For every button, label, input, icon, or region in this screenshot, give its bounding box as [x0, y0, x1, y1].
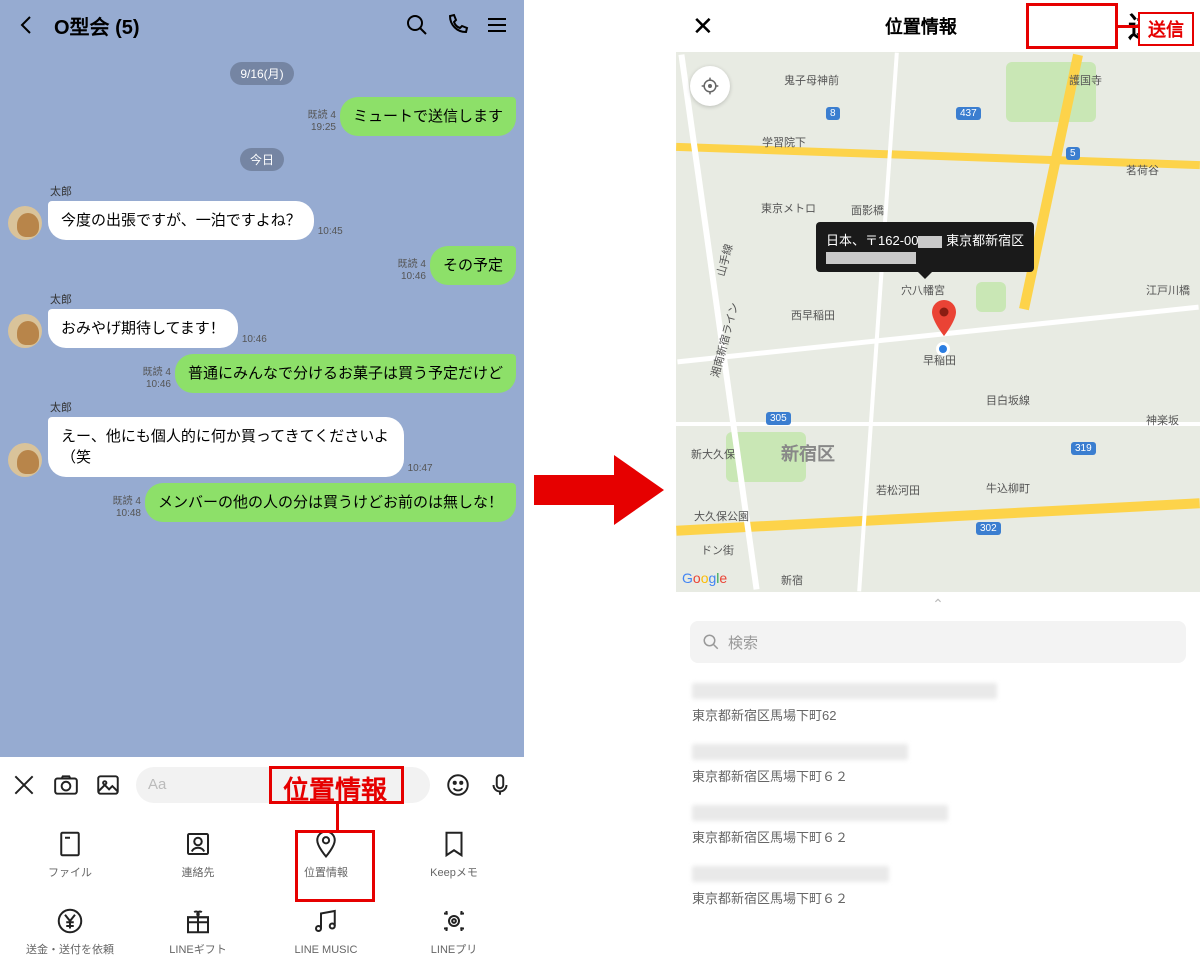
avatar[interactable] — [8, 314, 42, 348]
attach-keep[interactable]: Keepメモ — [390, 827, 518, 880]
message-mine: 既読 410:48 メンバーの他の人の分は買うけどお前のは無しな！ — [8, 483, 516, 522]
attach-money[interactable]: 送金・送付を依頼 — [6, 904, 134, 957]
sender-name: 太郎 — [50, 399, 404, 415]
arrow-icon — [534, 450, 664, 530]
attach-contact[interactable]: 連絡先 — [134, 827, 262, 880]
map-tooltip: 日本、〒162-00 東京都新宿区 — [816, 222, 1034, 272]
mic-icon[interactable] — [486, 771, 514, 799]
input-bar: Aa — [0, 757, 524, 813]
gallery-icon[interactable] — [94, 771, 122, 799]
message-other: 太郎 えー、他にも個人的に何か買ってきてくださいよ（笑 10:47 — [8, 399, 516, 477]
date-badge: 9/16(月) — [230, 62, 293, 85]
avatar[interactable] — [8, 443, 42, 477]
map-layer: 鬼子母神前 護国寺 学習院下 茗荷谷 東京メトロ 面影橋 西早稲田 穴八幡宮 早… — [676, 52, 1200, 592]
attach-location[interactable]: 位置情報 — [262, 827, 390, 880]
location-search[interactable]: 検索 — [690, 621, 1186, 663]
attach-gift[interactable]: LINEギフト — [134, 904, 262, 957]
location-icon — [309, 827, 343, 861]
file-icon — [53, 827, 87, 861]
chat-screen: O型会 (5) 9/16(月) 既読 419:25 ミュートで送信します 今日 … — [0, 0, 524, 975]
location-screen: ✕ 位置情報 送信 鬼子母神前 護国寺 学習院下 茗荷谷 東京メトロ 面影橋 西… — [676, 0, 1200, 975]
chat-header: O型会 (5) — [0, 0, 524, 50]
chat-area: O型会 (5) 9/16(月) 既読 419:25 ミュートで送信します 今日 … — [0, 0, 524, 757]
handle-icon[interactable]: ⌃ — [676, 592, 1200, 617]
messages[interactable]: 9/16(月) 既読 419:25 ミュートで送信します 今日 太郎 今度の出張… — [0, 50, 524, 757]
location-list: 東京都新宿区馬場下町62 東京都新宿区馬場下町６２ 東京都新宿区馬場下町６２ 東… — [676, 673, 1200, 917]
bubble[interactable]: その予定 — [430, 246, 516, 285]
callout-connector — [1118, 25, 1138, 28]
map[interactable]: 鬼子母神前 護国寺 学習院下 茗荷谷 東京メトロ 面影橋 西早稲田 穴八幡宮 早… — [676, 52, 1200, 592]
gift-icon — [181, 904, 215, 938]
message-mine: 既読 419:25 ミュートで送信します — [8, 97, 516, 136]
attach-panel: ファイル 連絡先 位置情報 Keepメモ 送金・送付を依頼 LINEギフト LI… — [0, 813, 524, 975]
callout-label: 送信 — [1138, 12, 1194, 46]
menu-icon[interactable] — [484, 12, 510, 38]
attach-print[interactable]: LINEプリ — [390, 904, 518, 957]
attach-file[interactable]: ファイル — [6, 827, 134, 880]
back-icon[interactable] — [14, 12, 40, 38]
google-logo: Google — [682, 570, 727, 586]
date-badge: 今日 — [240, 148, 284, 171]
avatar[interactable] — [8, 206, 42, 240]
message-other: 太郎 おみやげ期待してます！ 10:46 — [8, 291, 516, 348]
bookmark-icon — [437, 827, 471, 861]
bubble[interactable]: ミュートで送信します — [340, 97, 516, 136]
callout-label: 位置情報 — [275, 768, 395, 809]
sender-name: 太郎 — [50, 183, 314, 199]
bubble[interactable]: 今度の出張ですが、一泊ですよね？ — [48, 201, 314, 240]
bubble[interactable]: おみやげ期待してます！ — [48, 309, 238, 348]
chat-title[interactable]: O型会 (5) — [54, 11, 390, 40]
music-icon — [309, 904, 343, 938]
close-icon[interactable]: ✕ — [692, 11, 714, 42]
search-icon — [702, 633, 720, 651]
close-attach-icon[interactable] — [10, 771, 38, 799]
search-icon[interactable] — [404, 12, 430, 38]
bubble[interactable]: メンバーの他の人の分は買うけどお前のは無しな！ — [145, 483, 516, 522]
location-title: 位置情報 — [714, 13, 1128, 39]
contact-icon — [181, 827, 215, 861]
map-pin-icon[interactable] — [930, 300, 958, 336]
location-item[interactable]: 東京都新宿区馬場下町62 — [692, 673, 1184, 734]
emoji-icon[interactable] — [444, 771, 472, 799]
message-mine: 既読 410:46 その予定 — [8, 246, 516, 285]
sender-name: 太郎 — [50, 291, 238, 307]
call-icon[interactable] — [444, 12, 470, 38]
location-item[interactable]: 東京都新宿区馬場下町６２ — [692, 734, 1184, 795]
message-mine: 既読 410:46 普通にみんなで分けるお菓子は買う予定だけど — [8, 354, 516, 393]
message-other: 太郎 今度の出張ですが、一泊ですよね？ 10:45 — [8, 183, 516, 240]
bubble[interactable]: えー、他にも個人的に何か買ってきてくださいよ（笑 — [48, 417, 404, 477]
callout-connector — [336, 804, 339, 830]
location-item[interactable]: 東京都新宿区馬場下町６２ — [692, 856, 1184, 917]
current-location-icon — [936, 342, 950, 356]
yen-icon — [53, 904, 87, 938]
location-item[interactable]: 東京都新宿区馬場下町６２ — [692, 795, 1184, 856]
bubble[interactable]: 普通にみんなで分けるお菓子は買う予定だけど — [175, 354, 516, 393]
camera-icon[interactable] — [52, 771, 80, 799]
print-icon — [437, 904, 471, 938]
gps-button[interactable] — [690, 66, 730, 106]
attach-music[interactable]: LINE MUSIC — [262, 904, 390, 957]
